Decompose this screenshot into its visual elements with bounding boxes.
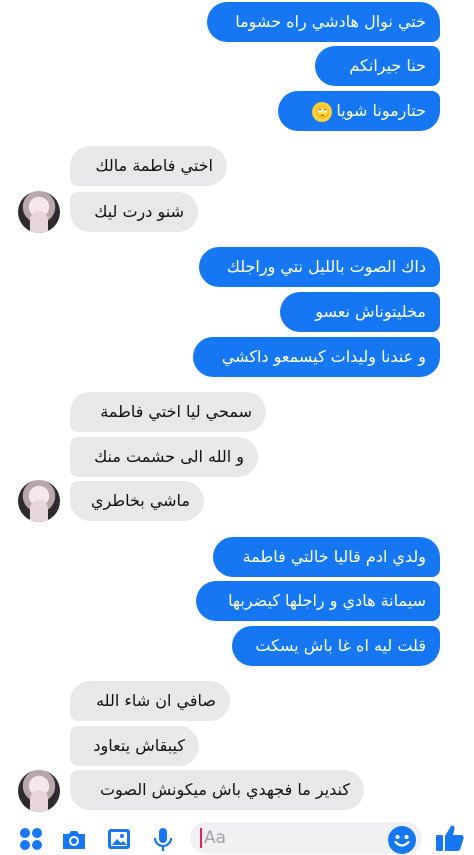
message-thread: ختي نوال هادشي راه حشوما حنا جيرانكم حتا… — [0, 0, 474, 820]
apps-icon[interactable] — [18, 826, 44, 852]
message-outgoing[interactable]: داك الصوت بالليل نتي وراجلك — [199, 247, 440, 287]
message-outgoing[interactable]: ولدي ادم قاليا خالتي فاطمة — [213, 537, 440, 577]
message-text: شنو درت ليك — [94, 202, 184, 221]
message-text: كيبقاش يتعاود — [93, 736, 185, 755]
contact-avatar[interactable] — [18, 191, 60, 233]
message-text: ختي نوال هادشي راه حشوما — [235, 12, 426, 31]
text-caret — [200, 828, 202, 848]
message-incoming[interactable]: شنو درت ليك — [70, 192, 198, 232]
message-outgoing[interactable]: حتارمونا شويا🙄 — [278, 91, 440, 131]
message-outgoing[interactable]: حنا جيرانكم — [315, 46, 440, 86]
message-incoming[interactable]: سمحي ليا اختي فاطمة — [70, 392, 266, 432]
camera-icon[interactable] — [60, 826, 88, 852]
message-text: حتارمونا شويا — [336, 101, 426, 120]
message-incoming[interactable]: كندير ما فجهدي باش ميكونش الصوت — [70, 770, 364, 810]
contact-avatar[interactable] — [18, 770, 60, 812]
message-incoming[interactable]: اختي فاطمة مالك — [70, 146, 227, 186]
message-text: ماشي بخاطري — [90, 491, 190, 510]
message-text: سيمانة هادي و راجلها كيضربها — [228, 591, 426, 610]
message-outgoing[interactable]: سيمانة هادي و راجلها كيضربها — [196, 581, 440, 621]
message-text: ولدي ادم قاليا خالتي فاطمة — [242, 547, 426, 566]
message-text: سمحي ليا اختي فاطمة — [100, 402, 252, 421]
microphone-icon[interactable] — [152, 826, 174, 852]
message-incoming[interactable]: صافي ان شاء الله — [70, 681, 230, 721]
rolling-eyes-emoji-icon: 🙄 — [312, 101, 333, 122]
message-text: داك الصوت بالليل نتي وراجلك — [226, 257, 426, 276]
message-text: اختي فاطمة مالك — [95, 156, 213, 175]
message-incoming[interactable]: كيبقاش يتعاود — [70, 726, 199, 766]
message-text: صافي ان شاء الله — [96, 691, 216, 710]
contact-avatar[interactable] — [18, 480, 60, 522]
message-text: كندير ما فجهدي باش ميكونش الصوت — [99, 780, 350, 799]
message-text: مخليتوناش نعسو — [315, 302, 426, 321]
message-outgoing[interactable]: قلت ليه اه غا باش يسكت — [232, 626, 440, 666]
like-icon[interactable] — [434, 822, 466, 854]
message-incoming[interactable]: و الله الى حشمت منك — [70, 437, 258, 477]
message-outgoing[interactable]: و عندنا وليدات كيسمعو داكشي — [193, 337, 440, 377]
message-incoming[interactable]: ماشي بخاطري — [70, 481, 204, 521]
message-text: حنا جيرانكم — [349, 56, 426, 75]
message-text: و الله الى حشمت منك — [94, 447, 244, 466]
message-text: قلت ليه اه غا باش يسكت — [255, 636, 426, 655]
message-input-placeholder: Aa — [204, 828, 227, 848]
emoji-icon[interactable] — [387, 825, 417, 855]
gallery-icon[interactable] — [106, 826, 132, 852]
message-outgoing[interactable]: مخليتوناش نعسو — [280, 292, 440, 332]
message-text: و عندنا وليدات كيسمعو داكشي — [221, 347, 426, 366]
message-outgoing[interactable]: ختي نوال هادشي راه حشوما — [207, 2, 440, 42]
